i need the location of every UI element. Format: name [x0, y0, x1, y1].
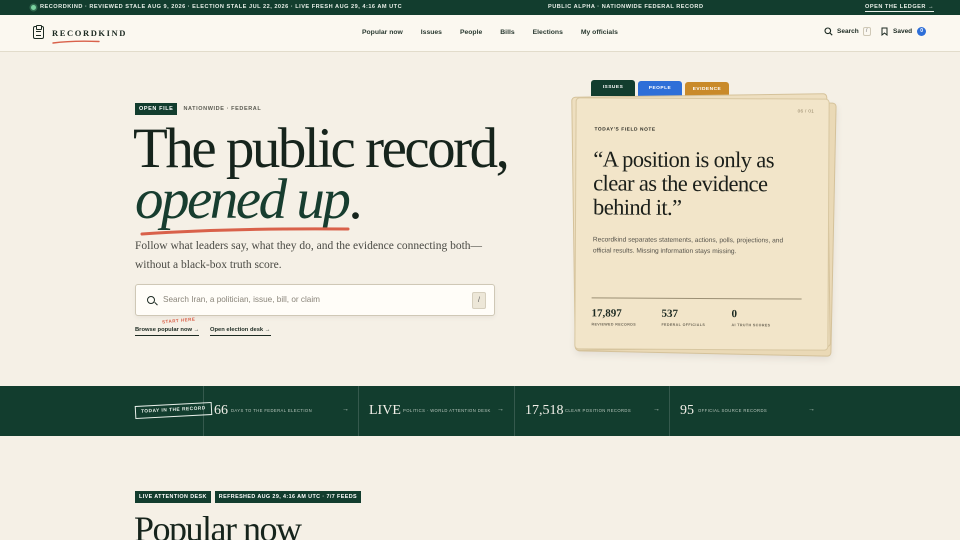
status-ticker: RECORDKIND · REVIEWED STALE AUG 9, 2026 … — [0, 0, 960, 15]
tab-issues[interactable]: ISSUES — [591, 80, 635, 96]
bookmark-icon — [881, 27, 888, 36]
nav-search-button[interactable]: Search / — [824, 27, 871, 36]
live-dot-icon — [31, 5, 36, 10]
nav-search-label: Search — [837, 28, 859, 35]
start-here-note: START HERE — [161, 316, 196, 325]
nav-issues[interactable]: Issues — [421, 29, 442, 36]
open-election-desk-link[interactable]: Open election desk → — [210, 327, 271, 336]
band-cell-label: CLEAR POSITION RECORDS — [565, 408, 632, 413]
top-navigation: RECORDKIND Popular now Issues People Bil… — [0, 15, 960, 52]
search-placeholder: Search Iran, a politician, issue, bill, … — [163, 295, 320, 304]
nav-people[interactable]: People — [460, 29, 482, 36]
band-cell-value: LIVE — [369, 403, 401, 418]
search-shortcut-key: / — [472, 292, 486, 309]
band-cell-value: 95 — [680, 403, 694, 418]
card-divider — [591, 297, 802, 300]
stat-value: 17,897 — [591, 307, 622, 320]
clipboard-icon — [33, 25, 44, 39]
band-cell-label: OFFICIAL SOURCE RECORDS — [698, 408, 768, 413]
stat-federal-officials: 537 FEDERAL OFFICIALS — [661, 308, 705, 327]
band-cell-live-desk[interactable]: LIVE POLITICS · WORLD ATTENTION DESK → — [358, 386, 514, 436]
ticker-status-text: RECORDKIND · REVIEWED STALE AUG 9, 2026 … — [40, 4, 403, 10]
arrow-right-icon: → — [342, 406, 349, 413]
nav-elections[interactable]: Elections — [533, 29, 563, 36]
card-page-number: 06 / 01 — [797, 108, 815, 114]
live-desk-tags: LIVE ATTENTION DESK REFRESHED AUG 29, 4:… — [135, 491, 365, 503]
saved-count-badge: 0 — [917, 27, 927, 36]
field-note-card: 06 / 01 TODAY'S FIELD NOTE “A position i… — [574, 97, 830, 351]
refreshed-tag: REFRESHED AUG 29, 4:16 AM UTC · 7/7 FEED… — [214, 491, 362, 503]
band-cell-label: POLITICS · WORLD ATTENTION DESK — [403, 408, 491, 413]
ticker-alpha-text: PUBLIC ALPHA · NATIONWIDE FEDERAL RECORD — [548, 4, 704, 10]
band-cell-election-countdown[interactable]: 66 DAYS TO THE FEDERAL ELECTION → — [203, 386, 358, 436]
scope-tag: NATIONWIDE · FEDERAL — [183, 106, 262, 112]
nav-links: Popular now Issues People Bills Election… — [362, 29, 636, 36]
search-icon — [147, 296, 155, 304]
logo-underline-swash — [52, 40, 100, 44]
hero-lede: Follow what leaders say, what they do, a… — [135, 240, 483, 271]
card-body: Recordkind separates statements, actions… — [592, 236, 784, 255]
nav-saved-button[interactable]: Saved 0 — [881, 27, 927, 36]
nav-bills[interactable]: Bills — [500, 29, 514, 36]
hero-headline-period: . — [348, 168, 362, 231]
today-in-record-tag: TODAY IN THE RECORD — [134, 401, 213, 420]
stat-value: 537 — [661, 307, 679, 320]
today-band: TODAY IN THE RECORD 66 DAYS TO THE FEDER… — [0, 386, 960, 436]
stat-label: AI TRUTH SCORES — [731, 323, 771, 328]
live-attention-tag: LIVE ATTENTION DESK — [135, 491, 211, 503]
headline-underline-swash — [140, 227, 350, 236]
arrow-right-icon: → — [808, 406, 815, 413]
stat-label: REVIEWED RECORDS — [591, 322, 637, 327]
hero-search-input[interactable]: Search Iran, a politician, issue, bill, … — [135, 284, 495, 316]
nav-popular-now[interactable]: Popular now — [362, 29, 403, 36]
open-ledger-link[interactable]: OPEN THE LEDGER → — [865, 4, 935, 12]
open-file-tag: OPEN FILE — [135, 103, 178, 115]
hero-headline-line2: opened up. — [135, 168, 363, 231]
nav-saved-label: Saved — [893, 28, 913, 35]
stat-ai-truth-scores: 0 AI TRUTH SCORES — [731, 308, 770, 327]
arrow-right-icon: → — [497, 406, 504, 413]
brand-name: RECORDKIND — [52, 27, 128, 38]
stat-label: FEDERAL OFFICIALS — [661, 322, 706, 328]
band-cell-label: DAYS TO THE FEDERAL ELECTION — [231, 408, 313, 413]
band-cell-value: 66 — [214, 403, 228, 418]
card-label: TODAY'S FIELD NOTE — [594, 127, 656, 133]
nav-my-officials[interactable]: My officials — [581, 29, 618, 36]
brand-logo[interactable]: RECORDKIND — [33, 25, 128, 39]
search-icon — [824, 27, 833, 36]
browse-popular-link[interactable]: Browse popular now → — [135, 327, 200, 336]
arrow-right-icon: → — [653, 406, 660, 413]
stat-value: 0 — [731, 308, 738, 321]
card-quote: “A position is only as clear as the evid… — [593, 146, 774, 220]
hero-headline-italic: opened up — [135, 168, 351, 231]
popular-now-heading: Popular now — [134, 509, 302, 540]
band-cell-value: 17,518 — [525, 403, 564, 418]
stat-reviewed-records: 17,897 REVIEWED RECORDS — [591, 307, 636, 326]
band-cell-position-records[interactable]: 17,518 CLEAR POSITION RECORDS → — [514, 386, 670, 436]
hero-tag-row: OPEN FILE NATIONWIDE · FEDERAL — [135, 103, 261, 115]
band-cell-source-records[interactable]: 95 OFFICIAL SOURCE RECORDS → — [669, 386, 825, 436]
search-shortcut-key: / — [862, 27, 871, 36]
